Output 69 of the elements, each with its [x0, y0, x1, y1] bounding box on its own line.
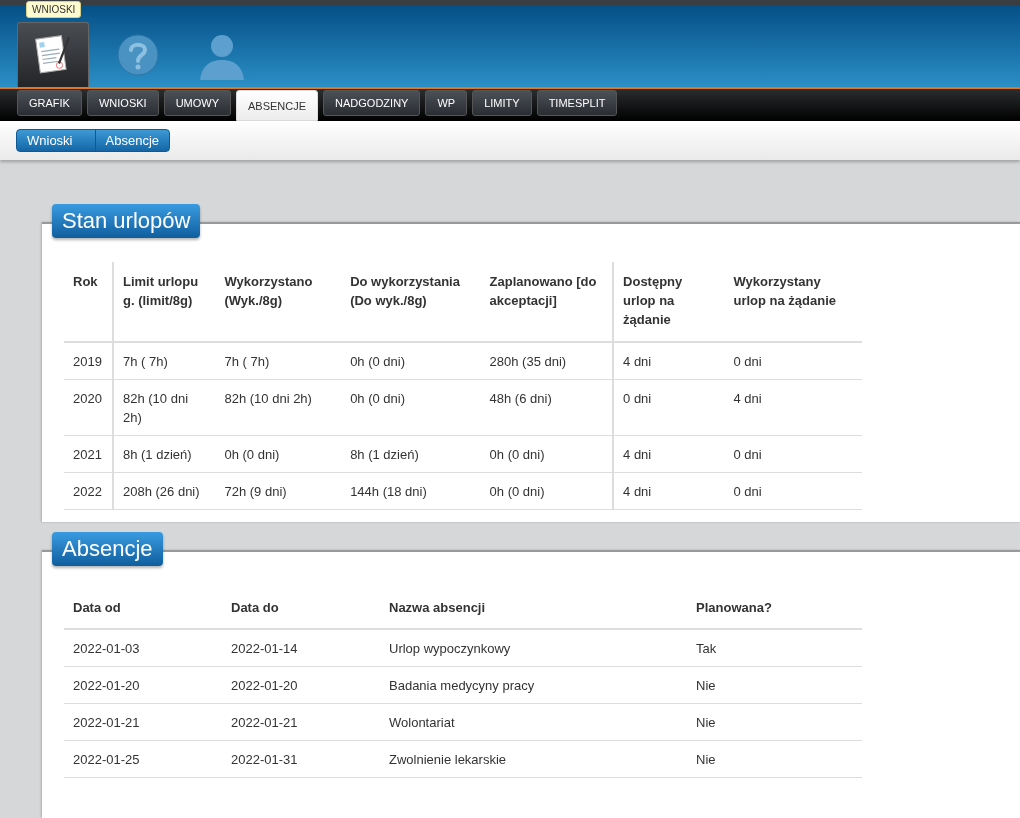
nav-tab[interactable]: WP — [425, 90, 468, 117]
table-cell: Wolontariat — [380, 703, 687, 741]
table-cell: 0 dni — [724, 342, 862, 380]
column-header: Planowana? — [687, 590, 862, 629]
nav-tab[interactable]: LIMITY — [472, 90, 532, 117]
table-cell: 280h (35 dni) — [480, 342, 614, 380]
table-cell: 4 dni — [613, 342, 725, 380]
table-cell: 0h (0 dni) — [480, 435, 614, 473]
table-cell: 0 dni — [724, 435, 862, 473]
table-cell: 208h (26 dni) — [112, 472, 216, 510]
table-cell: 2022-01-21 — [64, 703, 222, 741]
table-cell: Tak — [687, 629, 862, 667]
column-header: Dostępny urlop na żądanie — [613, 262, 725, 342]
table-cell: 2020 — [64, 379, 113, 436]
column-header: Nazwa absencji — [380, 590, 687, 629]
nav-tab[interactable]: TIMESPLIT — [536, 90, 618, 117]
column-header: Data do — [222, 590, 380, 629]
table-cell: 72h (9 dni) — [215, 472, 342, 510]
table-cell: 4 dni — [724, 379, 862, 436]
nav-tab[interactable]: NADGODZINY — [323, 90, 421, 117]
table-cell: 82h (10 dni 2h) — [215, 379, 342, 436]
nav-tab[interactable]: GRAFIK — [17, 90, 82, 117]
table-cell: 8h (1 dzień) — [341, 435, 481, 473]
table-cell: Nie — [687, 703, 862, 741]
table-cell: 8h (1 dzień) — [112, 435, 216, 473]
table-cell: 2022-01-14 — [222, 629, 380, 667]
table-cell: 2019 — [64, 342, 113, 380]
table-cell: 2022-01-03 — [64, 629, 222, 667]
table-cell: 0h (0 dni) — [215, 435, 342, 473]
table-cell: 0h (0 dni) — [341, 342, 481, 380]
table-cell: 82h (10 dni 2h) — [112, 379, 216, 436]
table-cell: 2022 — [64, 472, 113, 510]
nav-tab[interactable]: UMOWY — [163, 90, 231, 117]
column-header: Data od — [64, 590, 222, 629]
tooltip: WNIOSKI — [26, 1, 82, 19]
table-cell: 2022-01-20 — [64, 666, 222, 704]
breadcrumb-link[interactable]: Absencje — [95, 130, 169, 152]
table-cell: 7h ( 7h) — [215, 342, 342, 380]
table-cell: 144h (18 dni) — [341, 472, 481, 510]
column-header: Do wykorzystania (Do wyk./8g) — [341, 262, 481, 342]
column-header: Limit urlopu g. (limit/8g) — [112, 262, 216, 342]
panel-title: Absencje — [52, 532, 163, 566]
help-icon[interactable] — [116, 33, 160, 78]
table-cell: Zwolnienie lekarskie — [380, 740, 687, 778]
table-cell: 0 dni — [724, 472, 862, 510]
table-cell: 2022-01-31 — [222, 740, 380, 778]
table-cell: Nie — [687, 666, 862, 704]
table-cell: 0h (0 dni) — [341, 379, 481, 436]
table-cell: 7h ( 7h) — [112, 342, 216, 380]
table-cell: Nie — [687, 740, 862, 778]
table-cell: 2021 — [64, 435, 113, 473]
table-cell: 48h (6 dni) — [480, 379, 614, 436]
table-cell: 0h (0 dni) — [480, 472, 614, 510]
table-cell: 4 dni — [613, 435, 725, 473]
column-header: Zaplanowano [do akceptacji] — [480, 262, 614, 342]
table-cell: 2022-01-20 — [222, 666, 380, 704]
table-cell: Urlop wypoczynkowy — [380, 629, 687, 667]
column-header: Wykorzystany urlop na żądanie — [724, 262, 862, 342]
nav-tab[interactable]: WNIOSKI — [86, 90, 159, 117]
table-cell: 4 dni — [613, 472, 725, 510]
table-cell: 2022-01-21 — [222, 703, 380, 741]
panel-title: Stan urlopów — [52, 204, 201, 238]
table-cell: 0 dni — [613, 379, 725, 436]
nav-tab[interactable]: ABSENCJE — [236, 90, 319, 122]
breadcrumb-link[interactable]: Wnioski — [17, 130, 96, 152]
column-header: Rok — [64, 262, 113, 342]
column-header: Wykorzystano (Wyk./8g) — [215, 262, 342, 342]
table-cell: Badania medycyny pracy — [380, 666, 687, 704]
table-cell: 2022-01-25 — [64, 740, 222, 778]
